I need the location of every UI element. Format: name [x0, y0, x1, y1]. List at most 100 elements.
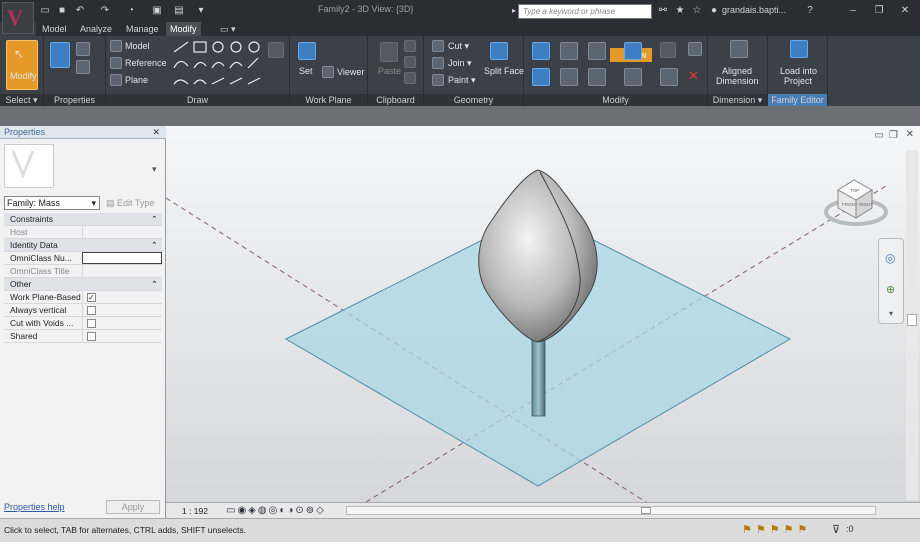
- steering-wheel-icon[interactable]: ◎: [885, 251, 895, 265]
- family-types-icon[interactable]: [76, 60, 90, 74]
- match-icon[interactable]: [404, 72, 416, 84]
- tab-contextual-dropdown[interactable]: ▭ ▾: [216, 22, 240, 36]
- property-row-omniclass-number[interactable]: OmniClass Nu...: [4, 252, 162, 265]
- binoculars-icon[interactable]: ⚯: [656, 4, 670, 18]
- property-row-cut-with-voids[interactable]: Cut with Voids ...: [4, 317, 162, 330]
- nav-options-icon[interactable]: ▾: [889, 309, 893, 318]
- minimize-icon[interactable]: –: [846, 4, 860, 18]
- join-label[interactable]: Join ▾: [448, 58, 472, 69]
- reference-plane-icon[interactable]: [110, 74, 122, 86]
- rotate-icon[interactable]: [588, 68, 606, 86]
- pick-lines-icon[interactable]: [268, 42, 284, 58]
- tab-modify[interactable]: Modify: [166, 22, 201, 36]
- restore-icon[interactable]: ❐: [872, 4, 886, 18]
- dimension-panel-label[interactable]: Dimension ▾: [708, 94, 767, 106]
- section-identity-data[interactable]: Identity Data ⌃: [4, 239, 162, 252]
- save-icon[interactable]: ■: [55, 4, 69, 18]
- family-type-selector[interactable]: Family: Mass ▾: [4, 196, 100, 210]
- omniclass-number-input[interactable]: [82, 252, 162, 264]
- delete-icon[interactable]: ✕: [688, 68, 699, 84]
- view-minimize-icon[interactable]: ▭: [875, 130, 884, 141]
- select-panel-label[interactable]: Select ▾: [0, 94, 43, 106]
- reference-label[interactable]: Reference: [125, 58, 167, 68]
- horizontal-scrollbar[interactable]: [346, 506, 876, 515]
- view-scale[interactable]: 1 : 192: [182, 506, 208, 516]
- property-row-always-vertical[interactable]: Always vertical: [4, 304, 162, 317]
- shared-checkbox[interactable]: [87, 332, 96, 341]
- view-close-icon[interactable]: ✕: [906, 129, 914, 140]
- horizontal-scrollbar-thumb[interactable]: [641, 507, 651, 514]
- paint-icon[interactable]: [432, 74, 444, 86]
- 3d-view-canvas[interactable]: FRONT RIGHT TOP ▭ ❐ ✕: [166, 126, 920, 502]
- undo-icon[interactable]: ↶: [73, 4, 87, 18]
- load-into-label[interactable]: Load into: [780, 66, 817, 76]
- application-menu-button[interactable]: V: [2, 2, 34, 34]
- customize-qat-icon[interactable]: ▾: [194, 4, 208, 18]
- trim-extend-icon[interactable]: [624, 68, 642, 86]
- plane-label[interactable]: Plane: [125, 75, 148, 85]
- modify-button[interactable]: ↖ Modify: [6, 40, 38, 90]
- cut-clip-icon[interactable]: [404, 40, 416, 52]
- view-cube[interactable]: FRONT RIGHT TOP: [824, 179, 888, 226]
- project-label[interactable]: Project: [784, 76, 812, 86]
- dimension-label[interactable]: Dimension: [716, 76, 759, 86]
- copy-icon[interactable]: [404, 56, 416, 68]
- work-plane-based-checkbox[interactable]: ✓: [87, 293, 96, 302]
- close-palette-icon[interactable]: ✕: [152, 126, 160, 139]
- properties-icon[interactable]: [50, 42, 70, 68]
- property-row-shared[interactable]: Shared: [4, 330, 162, 343]
- always-vertical-checkbox[interactable]: [87, 306, 96, 315]
- aligned-dimension-icon[interactable]: [730, 40, 748, 58]
- selection-filter-icons[interactable]: ⚑⚑⚑⚑⚑: [742, 523, 811, 536]
- properties-help-link[interactable]: Properties help: [4, 502, 65, 512]
- join-icon[interactable]: [432, 57, 444, 69]
- scrollbar-thumb[interactable]: [907, 314, 917, 326]
- section-constraints[interactable]: Constraints ⌃: [4, 213, 162, 226]
- split-face-icon[interactable]: [490, 42, 508, 60]
- type-selector-dropdown-icon[interactable]: ▾: [152, 164, 157, 175]
- view-restore-icon[interactable]: ❐: [889, 130, 898, 141]
- cut-with-voids-checkbox[interactable]: [87, 319, 96, 328]
- aligned-label[interactable]: Aligned: [722, 66, 752, 76]
- move-icon[interactable]: [532, 68, 550, 86]
- family-category-icon[interactable]: [76, 42, 90, 56]
- user-name[interactable]: grandais.bapti...: [722, 5, 786, 15]
- section-other[interactable]: Other ⌃: [4, 278, 162, 291]
- close-hidden-icon[interactable]: ▣: [150, 4, 164, 18]
- zoom-icon[interactable]: ⊕: [886, 283, 895, 296]
- viewer-icon[interactable]: [322, 66, 334, 78]
- set-label[interactable]: Set: [299, 66, 313, 76]
- property-row-work-plane-based[interactable]: Work Plane-Based ✓: [4, 291, 162, 304]
- scale-icon[interactable]: [660, 68, 678, 86]
- cut-icon[interactable]: [432, 40, 444, 52]
- redo-icon[interactable]: ↷: [98, 4, 112, 18]
- mass-stem[interactable]: [531, 339, 546, 417]
- pin-icon[interactable]: [688, 42, 702, 56]
- array-icon[interactable]: [660, 42, 676, 58]
- favorites-icon[interactable]: ☆: [690, 4, 704, 18]
- switch-windows-icon[interactable]: ▤: [172, 4, 186, 18]
- set-work-plane-icon[interactable]: [298, 42, 316, 60]
- tab-manage[interactable]: Manage: [122, 22, 163, 36]
- mirror-pick-axis-icon[interactable]: [588, 42, 606, 60]
- property-row-host[interactable]: Host: [4, 226, 162, 239]
- reference-line-icon[interactable]: [110, 57, 122, 69]
- measure-icon[interactable]: ◔: [124, 4, 138, 18]
- offset-icon[interactable]: [560, 42, 578, 60]
- tab-analyze[interactable]: Analyze: [76, 22, 116, 36]
- edit-type-button[interactable]: ▤ Edit Type: [106, 196, 154, 210]
- vertical-scrollbar[interactable]: [906, 150, 918, 500]
- search-input[interactable]: Type a keyword or phrase: [518, 4, 652, 19]
- paste-icon[interactable]: [380, 42, 398, 62]
- 3d-scene[interactable]: FRONT RIGHT TOP: [166, 126, 920, 502]
- draw-tools-gallery[interactable]: [172, 40, 264, 88]
- cut-label[interactable]: Cut ▾: [448, 41, 469, 52]
- view-control-icons[interactable]: ▭◉◈◍◎◐◑⊙⊚◇: [226, 505, 326, 516]
- property-row-omniclass-title[interactable]: OmniClass Title: [4, 265, 162, 278]
- split-face-label[interactable]: Split Face: [484, 66, 524, 76]
- mirror-draw-axis-icon[interactable]: [624, 42, 642, 60]
- filter-icon[interactable]: ⊽: [832, 523, 840, 536]
- open-icon[interactable]: ▭: [38, 4, 52, 18]
- user-icon[interactable]: ●: [707, 4, 721, 18]
- subscription-icon[interactable]: ★: [673, 4, 687, 18]
